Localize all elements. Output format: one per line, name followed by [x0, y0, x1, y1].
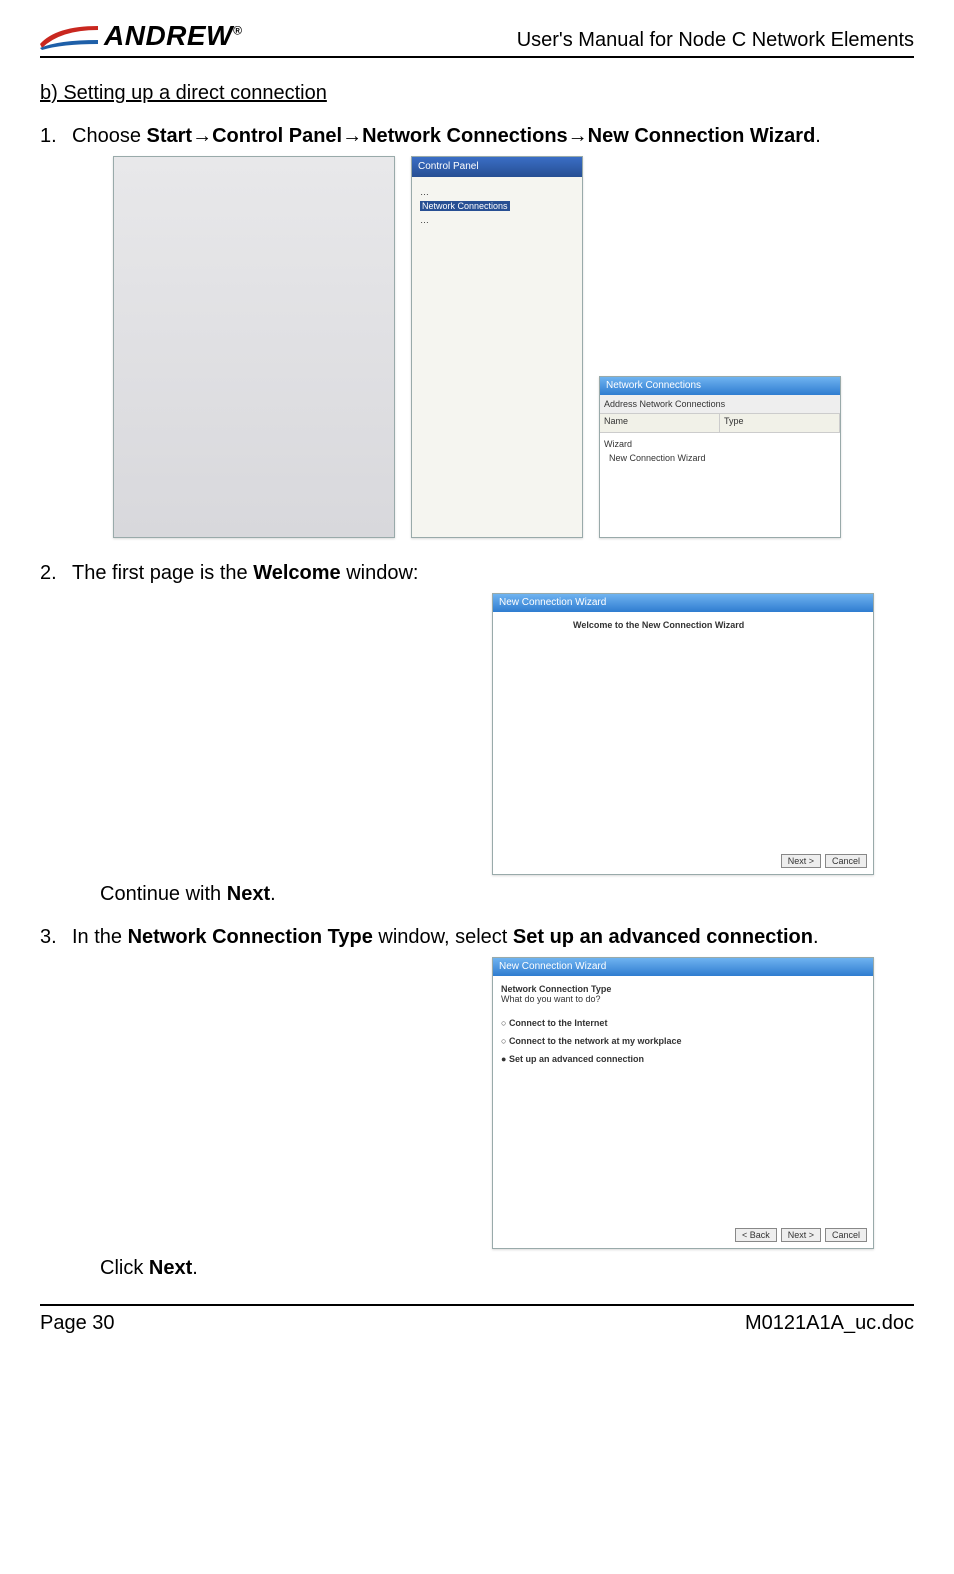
step-text: The first page is the Welcome window: [72, 562, 914, 585]
cancel-button[interactable]: Cancel [825, 854, 867, 868]
document-filename: M0121A1A_uc.doc [745, 1312, 914, 1335]
step-3: 3. In the Network Connection Type window… [40, 926, 914, 1280]
screenshot-wizard-welcome: New Connection Wizard Welcome to the New… [492, 593, 874, 875]
section-heading: b) Setting up a direct connection [40, 82, 914, 105]
next-button[interactable]: Next > [781, 854, 821, 868]
step-action: Click Next. [100, 1257, 914, 1280]
window-titlebar: Network Connections [600, 377, 840, 395]
step-text: In the Network Connection Type window, s… [72, 926, 914, 949]
screenshot-start-menu [113, 156, 395, 538]
step-number: 2. [40, 562, 72, 585]
step-action: Continue with Next. [100, 883, 914, 906]
window-titlebar: Control Panel [412, 157, 582, 177]
step-number: 1. [40, 125, 72, 148]
screenshot-network-connections: Network Connections Address Network Conn… [599, 376, 841, 538]
screenshot-control-panel: Control Panel … Network Connections … [411, 156, 583, 538]
figure-start-controlpanel: Control Panel … Network Connections … Ne… [40, 156, 914, 538]
logo-text: ANDREW® [104, 20, 242, 52]
logo-swoosh-icon [40, 22, 100, 52]
step-2: 2. The first page is the Welcome window:… [40, 562, 914, 906]
page-number: Page 30 [40, 1312, 115, 1335]
step-text: Choose Start→Control Panel→Network Conne… [72, 125, 914, 148]
step-number: 3. [40, 926, 72, 949]
cancel-button[interactable]: Cancel [825, 1228, 867, 1242]
logo: ANDREW® [40, 20, 242, 52]
window-titlebar: New Connection Wizard [493, 958, 873, 976]
step-1: 1. Choose Start→Control Panel→Network Co… [40, 125, 914, 538]
next-button[interactable]: Next > [781, 1228, 821, 1242]
page-header: ANDREW® User's Manual for Node C Network… [40, 20, 914, 58]
document-title: User's Manual for Node C Network Element… [517, 29, 914, 52]
screenshot-wizard-type: New Connection Wizard Network Connection… [492, 957, 874, 1249]
page-footer: Page 30 M0121A1A_uc.doc [40, 1304, 914, 1335]
window-titlebar: New Connection Wizard [493, 594, 873, 612]
back-button[interactable]: < Back [735, 1228, 777, 1242]
